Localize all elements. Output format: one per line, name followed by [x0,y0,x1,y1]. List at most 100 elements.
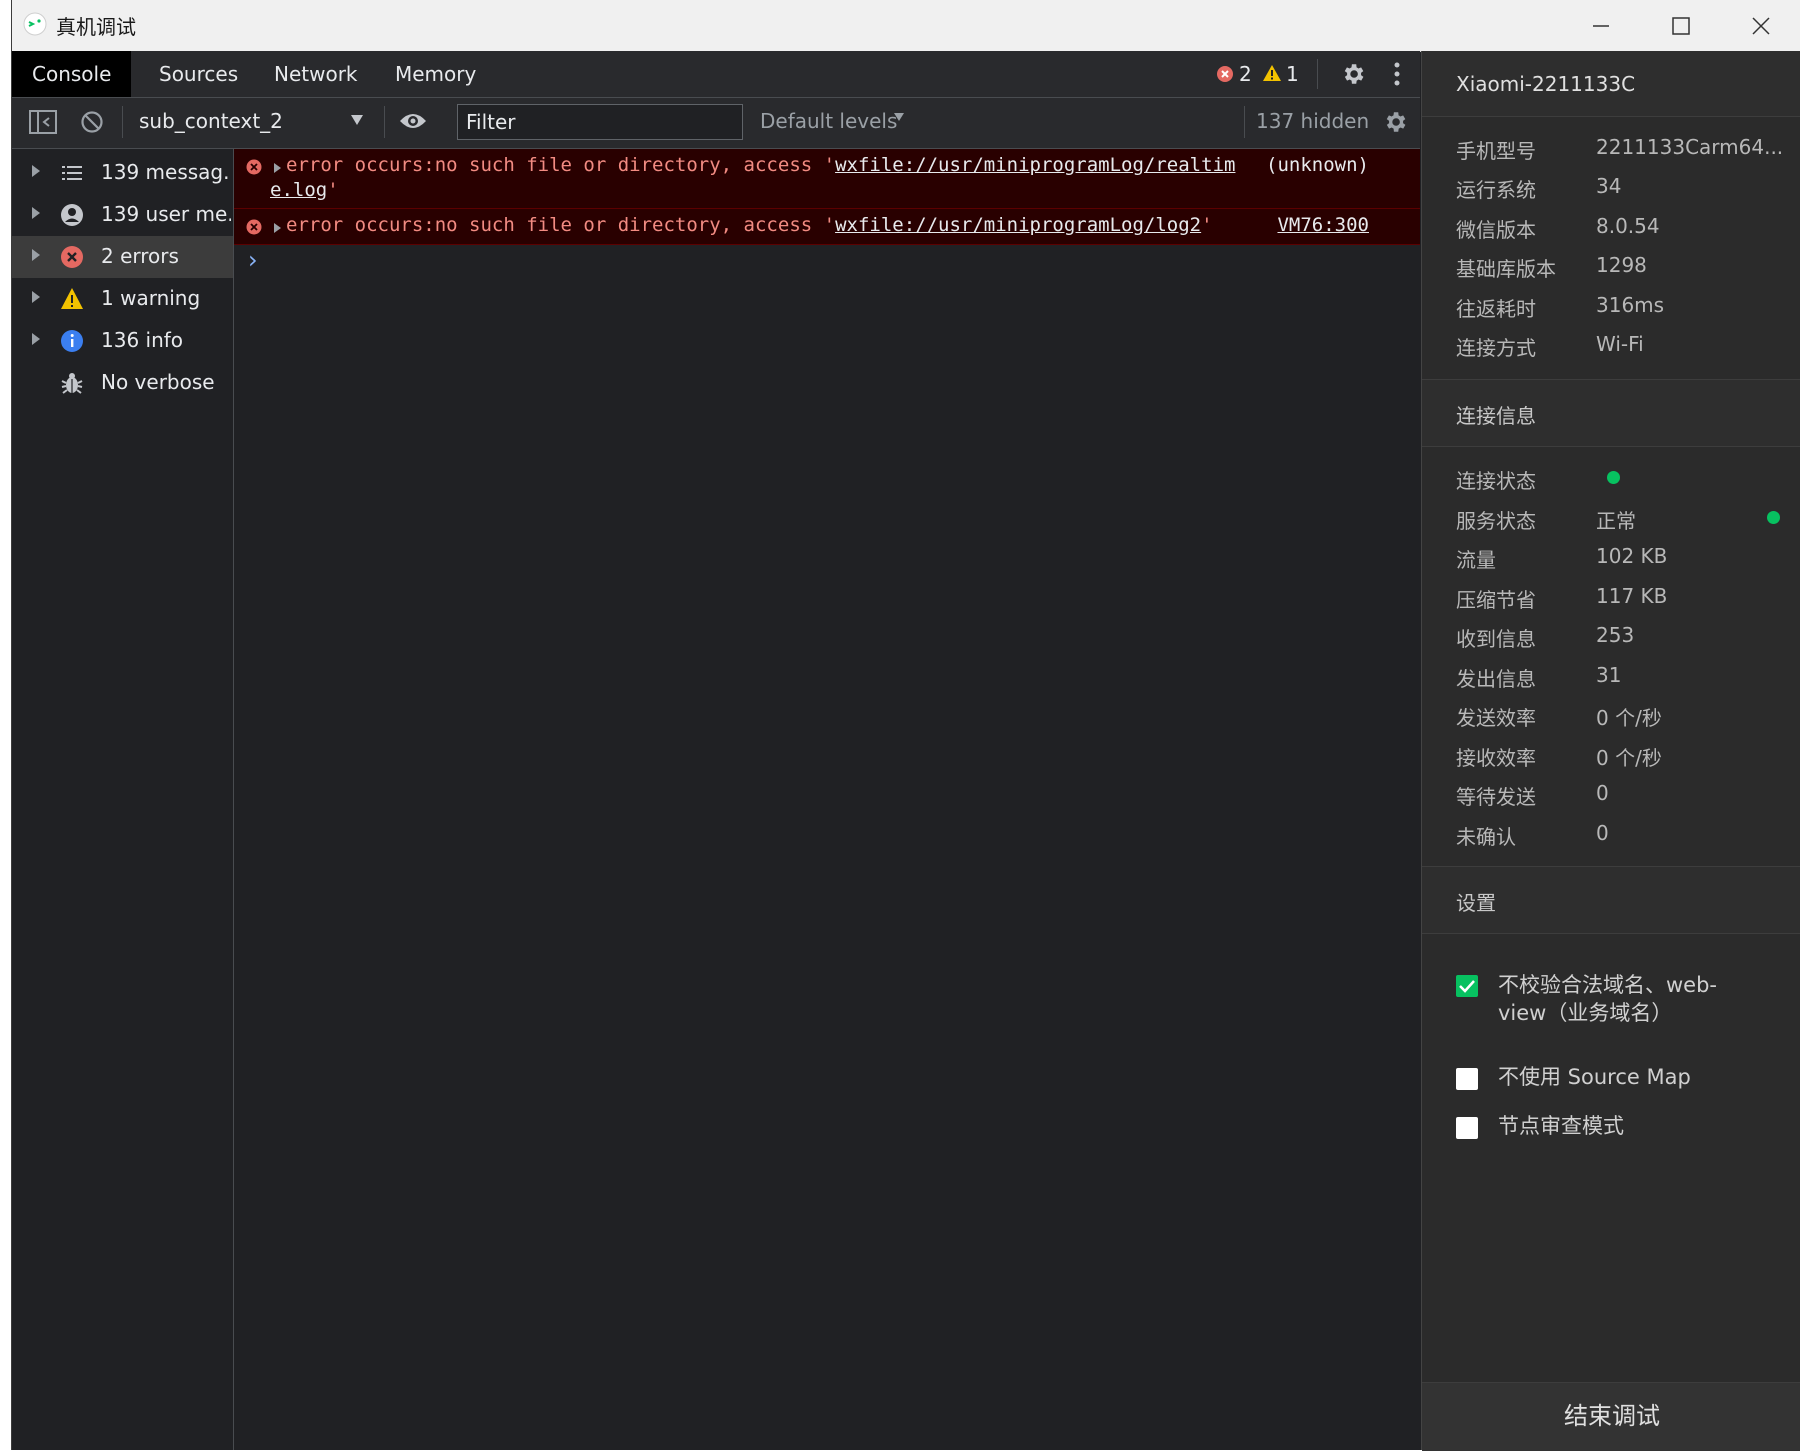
node-inspect-mode-checkbox[interactable] [1456,1117,1478,1139]
setting-label-line: 不校验合法域名、web- [1498,973,1718,997]
devtools-panel: Console Sources Network Memory 2 1 sub_c… [12,51,1420,1450]
sidebar-item-user-messages[interactable]: 139 user me... [12,194,233,236]
sidebar-item-info[interactable]: 136 info [12,320,233,362]
info-key: 服务状态 [1456,509,1536,533]
info-value: 2211133Carm64... [1596,135,1784,159]
divider [122,106,123,138]
context-selector[interactable]: sub_context_2 [139,109,283,133]
message-source-link[interactable]: VM76:300 [1277,214,1369,236]
sidebar-toggle-icon[interactable] [29,110,57,134]
warning-count[interactable]: 1 [1286,62,1299,86]
console-sidebar: 139 messag... 139 user me... 2 errors [12,149,234,1450]
skip-domain-check-checkbox[interactable] [1456,975,1478,997]
sidebar-item-label: 2 errors [101,244,179,268]
divider [1244,106,1245,138]
warning-icon [61,288,83,309]
file-link-continuation[interactable]: e.log [270,179,327,201]
expand-arrow-icon[interactable] [274,223,281,233]
sidebar-item-verbose[interactable]: No verbose [12,362,233,404]
close-icon [1752,16,1770,35]
console-toolbar: sub_context_2 Default levels 137 hidden [12,98,1420,149]
tab-sources[interactable]: Sources [139,51,258,97]
error-icon [246,159,262,175]
levels-chevron-down-icon[interactable] [893,112,905,122]
info-value: 102 KB [1596,544,1668,568]
info-key: 发送效率 [1456,706,1536,730]
error-message-text: error occurs:no such file or directory, … [286,214,836,236]
console-error-message[interactable]: error occurs:no such file or directory, … [234,209,1420,245]
expand-arrow-icon[interactable] [32,291,40,303]
error-count-icon [1217,66,1233,82]
filter-input[interactable] [457,104,743,140]
info-value: 0 [1596,781,1609,805]
section-title: 连接信息 [1456,404,1536,428]
info-key: 连接方式 [1456,336,1536,360]
info-value: 8.0.54 [1596,214,1660,238]
expand-arrow-icon[interactable] [32,249,40,261]
console-output: error occurs:no such file or directory, … [234,149,1420,1450]
warning-count-icon [1263,65,1281,81]
setting-label[interactable]: 不校验合法域名、web- view（业务域名） [1498,971,1717,1027]
list-icon [62,166,82,180]
close-button[interactable] [1721,0,1800,51]
message-source[interactable]: (unknown) [1266,154,1369,176]
info-value: 0 个/秒 [1596,706,1662,730]
info-value: 正常 [1596,509,1636,533]
error-message-text: ' [1201,214,1213,236]
console-error-message[interactable]: error occurs:no such file or directory, … [234,149,1420,209]
expand-arrow-icon[interactable] [32,207,40,219]
expand-arrow-icon[interactable] [32,333,40,345]
tab-console[interactable]: Console [12,51,132,97]
error-message-text: error occurs:no such file or directory, … [286,154,836,176]
sidebar-item-messages[interactable]: 139 messag... [12,152,233,194]
info-key: 运行系统 [1456,178,1536,202]
expand-arrow-icon[interactable] [274,163,281,173]
setting-label[interactable]: 节点审查模式 [1498,1112,1624,1140]
log-levels-dropdown[interactable]: Default levels [760,109,897,133]
minimize-button[interactable] [1561,0,1641,51]
file-link[interactable]: wxfile://usr/miniprogramLog/realtim [835,154,1235,176]
info-key: 手机型号 [1456,139,1536,163]
info-key: 等待发送 [1456,785,1536,809]
end-debugging-button[interactable]: 结束调试 [1422,1382,1800,1451]
setting-label-line: view（业务域名） [1498,1001,1673,1025]
title-bar: 真机调试 [12,0,1800,52]
sidebar-item-label: 136 info [101,328,184,352]
sidebar-item-label: 139 messag... [101,160,231,184]
console-settings-gear-icon[interactable] [1382,109,1408,135]
user-icon [61,204,83,226]
clear-console-icon[interactable] [80,110,104,134]
info-value: 253 [1596,623,1635,647]
disable-source-map-checkbox[interactable] [1456,1068,1478,1090]
minimize-icon [1593,24,1609,27]
more-options-icon[interactable] [1393,61,1401,87]
chevron-down-icon[interactable] [350,114,364,126]
info-value: 31 [1596,663,1622,687]
maximize-icon [1672,16,1690,35]
sidebar-item-errors[interactable]: 2 errors [12,236,233,278]
info-key: 基础库版本 [1456,257,1556,281]
info-key: 往返耗时 [1456,297,1536,321]
section-title: 设置 [1456,891,1496,915]
connection-status-dot [1607,471,1620,484]
console-prompt[interactable]: › [248,246,258,274]
info-value: 0 个/秒 [1596,746,1662,770]
info-key: 收到信息 [1456,627,1536,651]
setting-label[interactable]: 不使用 Source Map [1498,1063,1691,1091]
file-link[interactable]: wxfile://usr/miniprogramLog/log2 [835,214,1201,236]
tab-network[interactable]: Network [254,51,378,97]
info-value: 316ms [1596,293,1665,317]
settings-gear-icon[interactable] [1340,61,1366,87]
maximize-button[interactable] [1641,0,1721,51]
sidebar-item-warnings[interactable]: 1 warning [12,278,233,320]
live-expression-eye-icon[interactable] [398,111,428,131]
error-message-text: ' [327,179,339,201]
device-info-panel: Xiaomi-2211133C 手机型号 2211133Carm64... 运行… [1421,51,1800,1451]
settings-section-header: 设置 [1422,866,1800,934]
tab-memory[interactable]: Memory [375,51,496,97]
expand-arrow-icon[interactable] [32,165,40,177]
error-count[interactable]: 2 [1239,62,1252,86]
info-key: 流量 [1456,548,1496,572]
bug-icon [61,373,83,394]
info-key: 微信版本 [1456,218,1536,242]
